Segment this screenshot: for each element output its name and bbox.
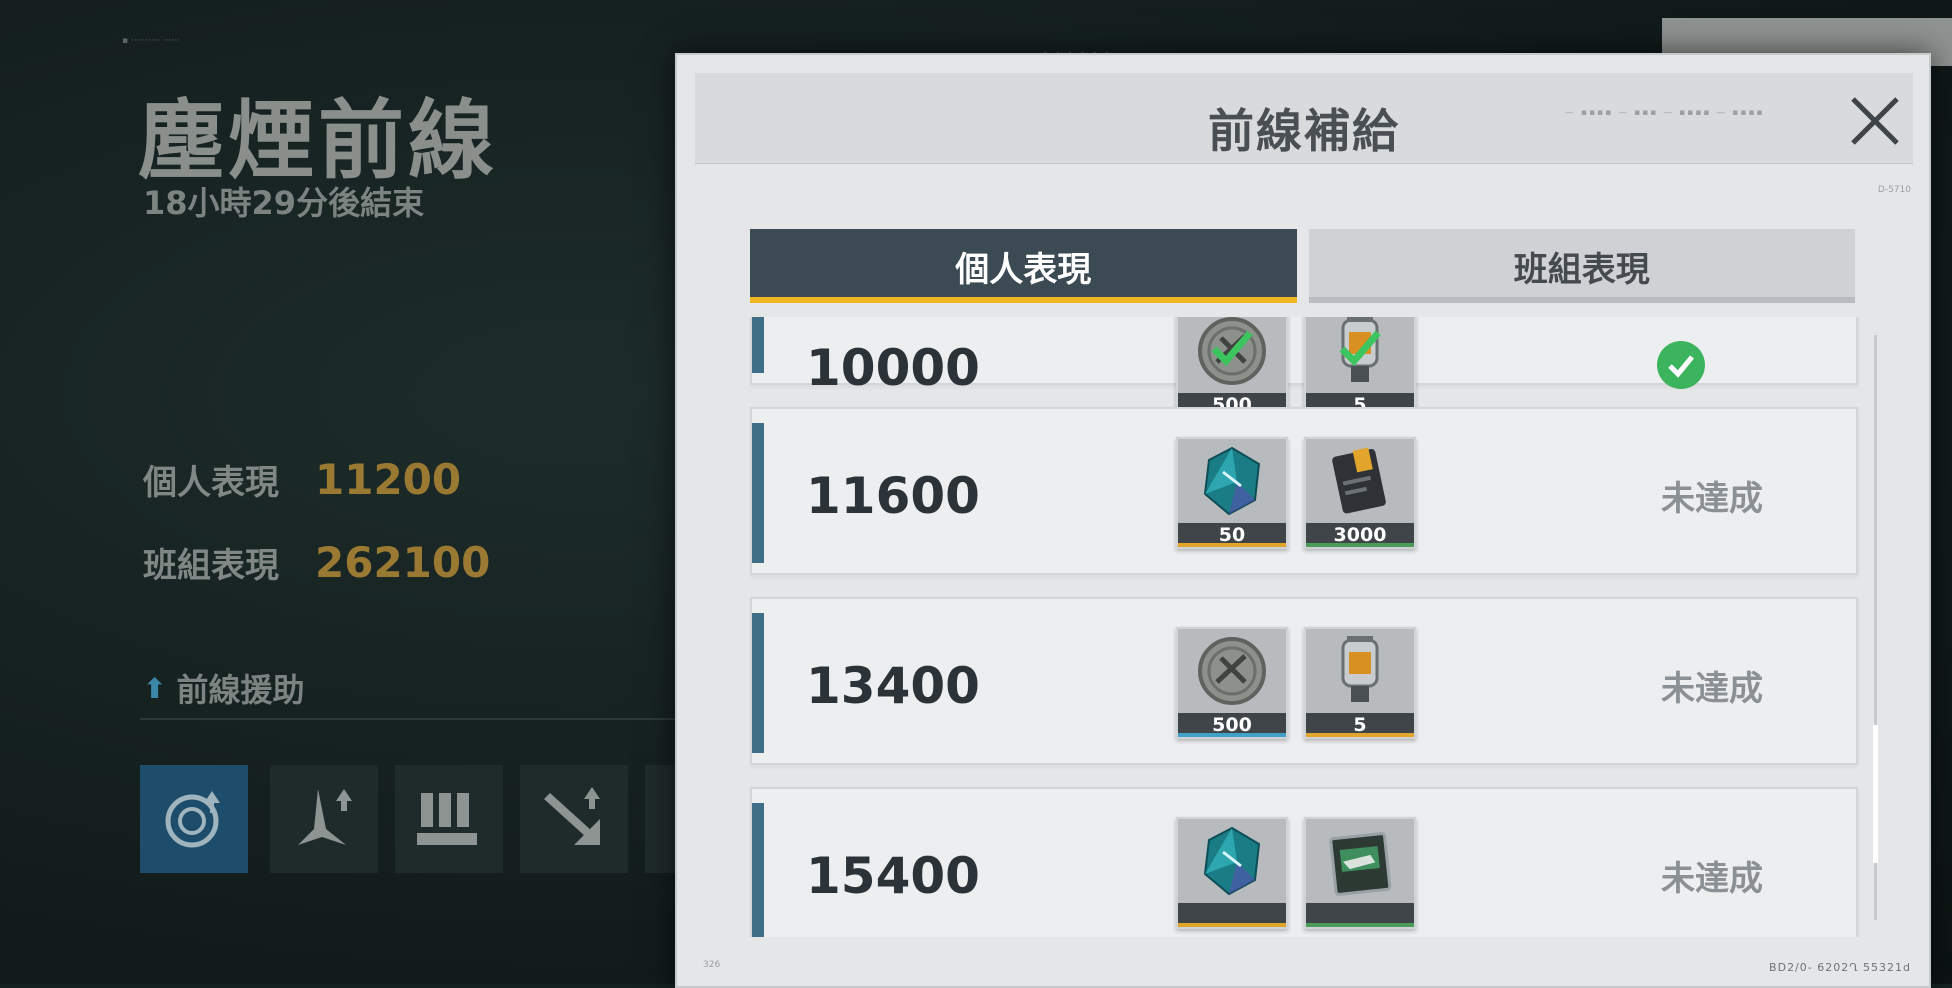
squad-performance-value: 262100 <box>315 538 491 587</box>
crystal-icon <box>1178 439 1286 523</box>
squad-performance-label: 班組表現 <box>143 546 279 586</box>
weapon-crate-icon <box>1306 819 1414 903</box>
reward-status: 未達成 <box>1661 669 1763 709</box>
reward-threshold: 13400 <box>806 657 980 715</box>
reward-threshold: 11600 <box>806 467 980 525</box>
reward-row[interactable]: 15400 未達成 <box>750 787 1858 937</box>
skill-target-boost[interactable] <box>140 765 248 873</box>
tab-personal-label: 個人表現 <box>955 249 1092 290</box>
reward-item[interactable] <box>1176 817 1288 929</box>
personal-performance-row: 個人表現 11200 <box>143 455 461 504</box>
target-boost-icon <box>165 791 220 848</box>
reward-status: 未達成 <box>1661 859 1763 899</box>
squad-performance-row: 班組表現 262100 <box>143 538 490 587</box>
arrow-up-icon: ⬆ <box>143 671 167 705</box>
frontline-supply-modal: 前線補給 — ▪▪▪▪ — ▪▪▪ — ▪▪▪▪ — ▪▪▪▪ D-5710 個… <box>675 53 1931 988</box>
reward-item[interactable]: 3000 <box>1304 437 1416 549</box>
reward-item[interactable]: 500 <box>1176 627 1288 739</box>
reward-status: 未達成 <box>1661 479 1763 519</box>
tab-squad-label: 班組表現 <box>1513 249 1650 290</box>
barrier-icon <box>417 793 477 845</box>
personal-performance-value: 11200 <box>315 455 462 504</box>
reward-threshold: 15400 <box>806 847 980 905</box>
modal-header: 前線補給 — ▪▪▪▪ — ▪▪▪ — ▪▪▪▪ — ▪▪▪▪ <box>695 73 1913 164</box>
rarity-bar <box>1178 733 1286 737</box>
skill-partial[interactable] <box>645 765 675 873</box>
skill-jet-boost[interactable] <box>270 765 378 873</box>
reward-row[interactable]: 13400 500 5 未達成 <box>750 597 1858 765</box>
deco-code: D-5710 <box>1877 185 1911 195</box>
rarity-bar <box>1178 923 1286 927</box>
row-accent <box>752 803 764 937</box>
deco-tag: ▪ ·········· ······ <box>122 36 180 46</box>
reward-item[interactable]: 500 <box>1176 317 1288 419</box>
footer-code-right: BD2/0- 6202Ղ 55321d <box>1769 961 1911 974</box>
frontline-assist-label: 前線援助 <box>176 671 305 709</box>
reward-threshold: 10000 <box>806 339 980 397</box>
rarity-bar <box>1178 543 1286 547</box>
close-icon <box>1851 97 1899 145</box>
personal-performance-label: 個人表現 <box>143 463 279 503</box>
reward-item[interactable] <box>1304 817 1416 929</box>
row-accent <box>752 317 764 373</box>
skill-missile-boost[interactable] <box>520 765 628 873</box>
reward-row[interactable]: 10000 500 5 <box>750 317 1858 419</box>
divider <box>140 718 680 720</box>
reward-item[interactable]: 50 <box>1176 437 1288 549</box>
checkmark-icon <box>1208 323 1256 371</box>
reward-item[interactable]: 5 <box>1304 317 1416 419</box>
reward-item[interactable]: 5 <box>1304 627 1416 739</box>
tab-squad[interactable]: 班組表現 <box>1308 229 1855 303</box>
close-button[interactable] <box>1845 91 1905 151</box>
event-title: 塵煙前線 <box>138 91 498 191</box>
header-deco: — ▪▪▪▪ — ▪▪▪ — ▪▪▪▪ — ▪▪▪▪ <box>1565 108 1765 118</box>
row-accent <box>752 613 764 753</box>
reward-row[interactable]: 11600 50 3000 未達成 <box>750 407 1858 575</box>
jet-boost-icon <box>298 789 352 845</box>
tab-personal[interactable]: 個人表現 <box>750 229 1297 303</box>
rarity-bar <box>1306 923 1414 927</box>
ammo-case-icon <box>1306 439 1414 523</box>
scrollbar-thumb[interactable] <box>1873 725 1878 863</box>
rarity-bar <box>1306 733 1414 737</box>
checkmark-icon <box>1336 323 1384 371</box>
event-time-left: 18小時29分後結束 <box>143 184 425 222</box>
row-accent <box>752 423 764 563</box>
coin-icon <box>1178 629 1286 713</box>
modal-title: 前線補給 <box>1208 104 1400 158</box>
missile-boost-icon <box>544 787 600 845</box>
claimed-check-icon <box>1657 341 1705 389</box>
skill-barrier[interactable] <box>395 765 503 873</box>
canister-icon <box>1306 629 1414 713</box>
rarity-bar <box>1306 543 1414 547</box>
footer-code-left: 326 <box>703 960 721 970</box>
tab-bar: 個人表現 班組表現 <box>750 229 1855 303</box>
reward-list[interactable]: 10000 500 5 11600 50 3000 未達成 13400 500 5 未達成 15400… <box>750 317 1860 937</box>
frontline-assist-heading: ⬆ 前線援助 <box>143 665 304 711</box>
crystal-icon <box>1178 819 1286 903</box>
